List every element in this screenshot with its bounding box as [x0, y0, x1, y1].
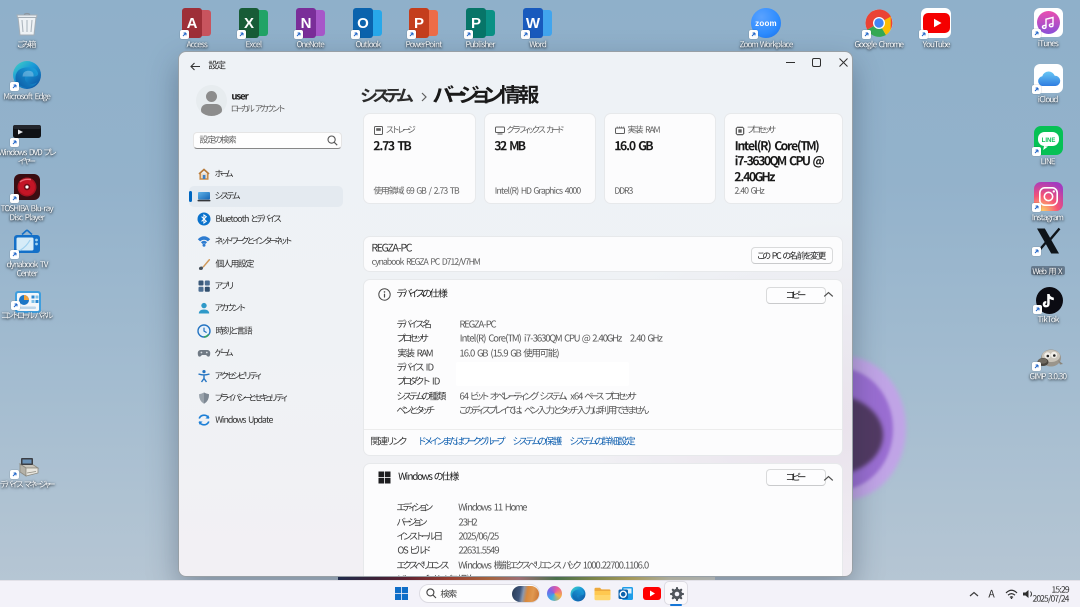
svg-text:LINE: LINE	[1041, 138, 1055, 144]
